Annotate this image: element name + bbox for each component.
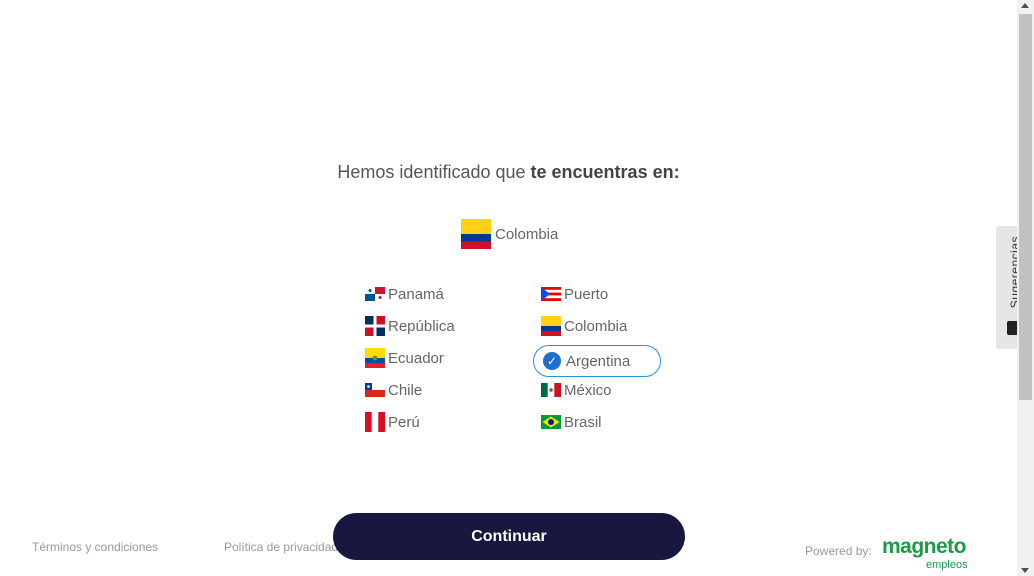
privacy-link[interactable]: Política de privacidad	[224, 540, 338, 554]
peru-flag-icon	[365, 412, 385, 432]
country-option-chile[interactable]: Chile	[365, 380, 422, 400]
scroll-up-arrow-icon[interactable]	[1021, 3, 1029, 8]
country-option-republica[interactable]: República	[365, 316, 455, 336]
terms-link[interactable]: Términos y condiciones	[32, 540, 158, 554]
country-label: Chile	[388, 381, 423, 399]
country-label: Panamá	[388, 285, 444, 303]
country-label: Colombia	[564, 317, 628, 335]
country-label: Argentina	[566, 352, 631, 370]
country-label: República	[388, 317, 455, 335]
panama-flag-icon	[365, 287, 385, 301]
detected-country-label: Colombia	[495, 225, 559, 243]
colombia-flag-icon	[461, 219, 491, 249]
scroll-down-arrow-icon[interactable]	[1021, 568, 1029, 573]
country-label: Brasil	[564, 413, 602, 431]
country-option-colombia[interactable]: Colombia	[541, 316, 627, 336]
detected-country: Colombia	[461, 219, 558, 249]
country-label: México	[564, 381, 612, 399]
mexico-flag-icon	[541, 383, 561, 397]
page-heading: Hemos identificado que te encuentras en:	[337, 162, 680, 182]
country-option-peru[interactable]: Perú	[365, 412, 420, 432]
dominican-republic-flag-icon	[365, 316, 385, 336]
check-icon: ✓	[543, 352, 561, 370]
colombia-flag-icon	[541, 316, 561, 336]
magneto-logo[interactable]: magneto empleos	[882, 536, 968, 571]
puerto-rico-flag-icon	[541, 287, 561, 301]
country-label: Puerto	[564, 285, 609, 303]
country-option-panama[interactable]: Panamá	[365, 284, 444, 304]
scroll-thumb[interactable]	[1019, 14, 1032, 400]
brazil-flag-icon	[541, 415, 561, 429]
country-option-mexico[interactable]: México	[541, 380, 612, 400]
country-option-ecuador[interactable]: Ecuador	[365, 348, 444, 368]
continue-button[interactable]: Continuar	[333, 513, 685, 560]
ecuador-flag-icon	[365, 348, 385, 368]
country-label: Ecuador	[388, 349, 444, 367]
vertical-scrollbar[interactable]	[1017, 0, 1034, 576]
country-option-argentina[interactable]: ✓ Argentina	[533, 345, 661, 377]
powered-by-label: Powered by:	[805, 544, 872, 558]
chile-flag-icon	[365, 383, 385, 397]
country-option-brasil[interactable]: Brasil	[541, 412, 602, 432]
country-option-puerto-rico[interactable]: Puerto	[541, 284, 608, 304]
country-label: Perú	[388, 413, 420, 431]
